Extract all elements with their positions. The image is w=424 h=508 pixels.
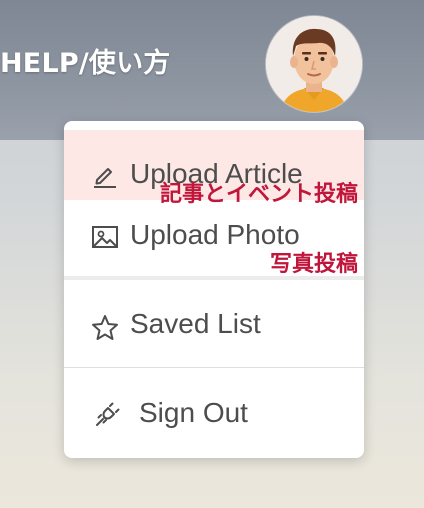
user-avatar-button[interactable]	[266, 16, 362, 112]
user-avatar-icon	[266, 16, 362, 112]
menu-item-label: Saved List	[130, 308, 261, 339]
pencil-icon	[90, 160, 120, 190]
app-header: HELP/使い方	[0, 0, 424, 140]
menu-item-label: Upload Photo	[130, 219, 300, 250]
star-icon	[90, 313, 120, 343]
upload-photo-annotation: 写真投稿	[269, 252, 358, 277]
menu-item-label: Sign Out	[139, 397, 248, 428]
user-dropdown-menu: Upload Article Upload Photo Saved List S…	[64, 121, 364, 458]
menu-item-saved-list[interactable]: Saved List	[64, 281, 364, 367]
image-icon	[90, 222, 120, 252]
help-link[interactable]: HELP/使い方	[0, 44, 171, 84]
menu-item-sign-out[interactable]: Sign Out	[64, 369, 364, 458]
upload-article-annotation: 記事とイベント投稿	[159, 182, 358, 207]
plug-icon	[92, 400, 122, 430]
menu-divider	[64, 367, 364, 368]
